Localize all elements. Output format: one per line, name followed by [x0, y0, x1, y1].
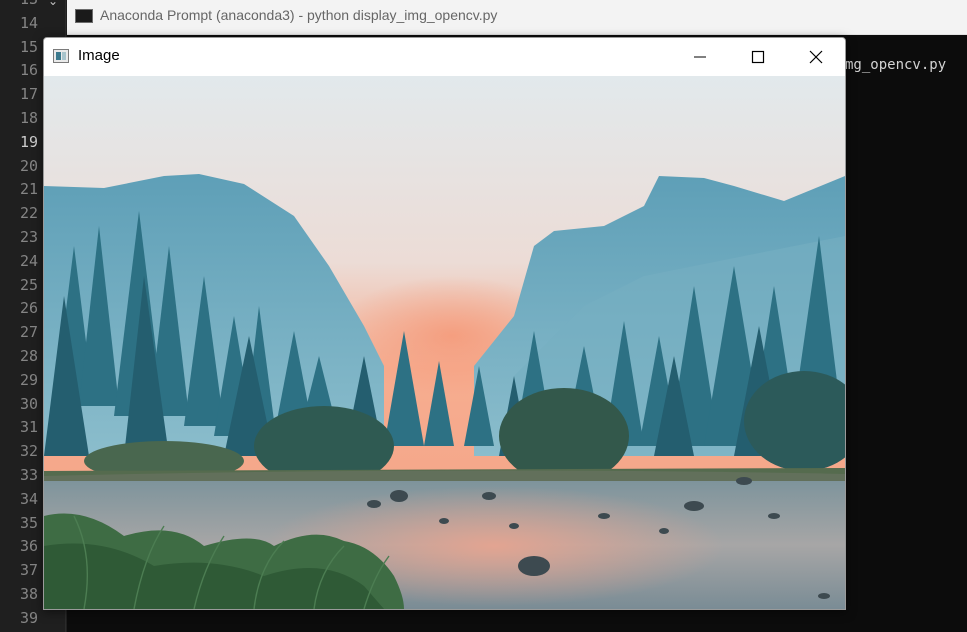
image-canvas — [44, 76, 845, 609]
maximize-icon — [751, 50, 765, 64]
code-text: mg_opencv.py — [845, 57, 947, 73]
minimize-button[interactable] — [671, 38, 729, 76]
prompt-titlebar[interactable]: Anaconda Prompt (anaconda3) - python dis… — [67, 0, 967, 35]
minimize-icon — [694, 56, 706, 58]
line-number: 39 — [19, 608, 38, 627]
prompt-title: Anaconda Prompt (anaconda3) - python dis… — [100, 7, 498, 23]
fold-chevron-icon[interactable]: ⌄ — [48, 0, 58, 8]
image-window-title: Image — [78, 47, 120, 64]
landscape-photo — [44, 76, 845, 609]
maximize-button[interactable] — [729, 38, 787, 76]
image-titlebar[interactable]: Image — [44, 38, 845, 76]
close-icon — [809, 50, 823, 64]
image-app-icon — [53, 49, 69, 63]
close-button[interactable] — [787, 38, 845, 76]
opencv-image-window[interactable]: Image — [43, 37, 846, 610]
terminal-icon — [75, 9, 93, 23]
line-number: 14 — [19, 13, 38, 32]
